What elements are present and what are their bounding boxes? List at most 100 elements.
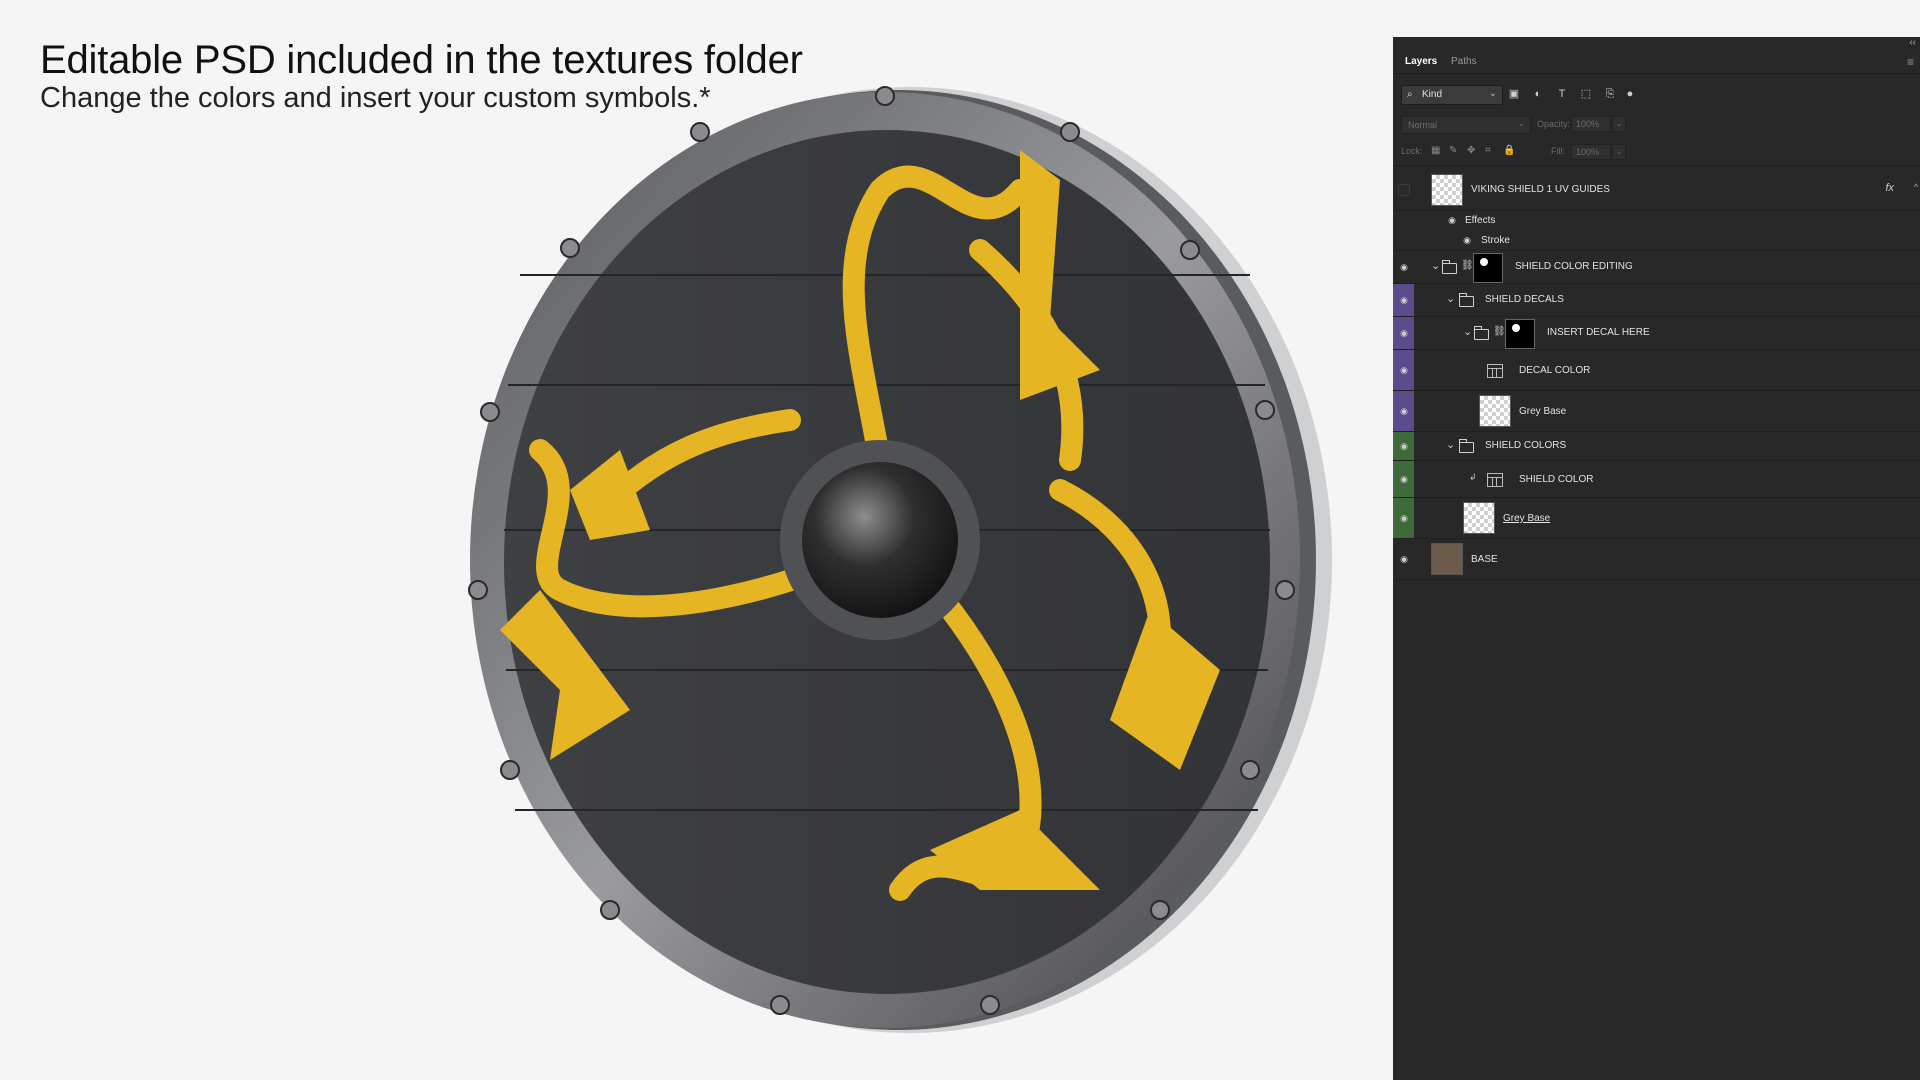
eye-icon[interactable]: ◉ [1398,474,1410,484]
eye-icon[interactable]: ◉ [1398,262,1410,272]
folder-icon [1459,439,1474,453]
link-icon[interactable]: ⛓ [1461,260,1474,271]
kind-filter-label: Kind [1422,89,1443,100]
fill-value: 100% [1576,147,1600,157]
link-icon[interactable]: ⛓ [1493,326,1506,337]
collapse-panel-icon[interactable]: ‹‹ [1909,37,1916,48]
blend-mode-label: Normal [1408,120,1438,130]
shield-render [460,70,1340,1060]
chevron-down-icon: ⌄ [1488,88,1497,99]
chevron-up-icon[interactable]: ^ [1914,182,1918,192]
panel-tabs: Layers Paths ≡ [1393,49,1920,74]
eye-icon[interactable]: ◉ [1398,441,1410,451]
solid-color-adjustment-icon [1487,364,1503,378]
clipping-mask-icon: ↲ [1469,472,1477,482]
effects-row[interactable]: ◉ Effects [1393,210,1920,230]
chevron-down-icon[interactable]: ⌄ [1446,438,1455,451]
fill-dropdown-icon[interactable]: ⌄ [1612,144,1626,160]
layer-name: DECAL COLOR [1519,365,1591,376]
opacity-label: Opacity: [1537,119,1571,129]
image-filter-icon[interactable]: ▣ [1507,87,1521,101]
lock-transparent-icon[interactable]: ▦ [1431,145,1440,156]
eye-icon[interactable]: ◉ [1398,513,1410,523]
layer-name: Stroke [1481,235,1510,246]
lock-all-icon[interactable]: 🔒 [1503,145,1515,156]
visibility-column: ◉ [1393,461,1414,497]
lock-label: Lock: [1401,146,1423,156]
kind-filter-select[interactable]: ⌕ Kind ⌄ [1401,85,1503,105]
layer-name: SHIELD DECALS [1485,294,1564,305]
layer-thumbnail [1463,502,1495,534]
filter-toggle-icon[interactable]: ● [1623,87,1637,101]
layer-row[interactable]: ◉ ↲ SHIELD COLOR [1393,461,1920,498]
layer-row[interactable]: ◉ ⌄ SHIELD COLORS [1393,432,1920,461]
blend-mode-select[interactable]: Normal ⌄ [1401,116,1531,134]
visibility-column: ◉ [1393,391,1414,431]
shield-boss [802,462,958,618]
lock-artboard-icon[interactable]: ⌗ [1485,145,1491,156]
visibility-column: ◉ [1393,350,1414,390]
opacity-dropdown-icon[interactable]: ⌄ [1612,116,1626,132]
chevron-down-icon[interactable]: ⌄ [1463,325,1472,338]
chevron-down-icon[interactable]: ⌄ [1446,292,1455,305]
lock-position-icon[interactable]: ✥ [1467,145,1475,156]
layer-name: Grey Base [1519,406,1567,417]
visibility-column: ◉ [1393,432,1414,460]
tab-paths[interactable]: Paths [1451,56,1477,67]
search-icon: ⌕ [1407,89,1413,100]
layer-row[interactable]: ◉ ⌄ SHIELD DECALS [1393,284,1920,317]
folder-icon [1459,293,1474,307]
eye-icon[interactable]: ◉ [1398,365,1410,375]
folder-icon [1474,326,1489,340]
layer-filter-row: ⌕ Kind ⌄ ▣ ◐ T ⬚ ⎘ ● [1401,85,1911,105]
layer-name: SHIELD COLORS [1485,440,1567,451]
layer-row[interactable]: ◉ Grey Base [1393,498,1920,539]
opacity-value: 100% [1576,119,1600,129]
layer-row[interactable]: ◉ ⌄ ⛓ INSERT DECAL HERE [1393,317,1920,350]
layer-mask-thumbnail[interactable] [1473,253,1503,283]
solid-color-adjustment-icon [1487,473,1503,487]
layers-panel: ‹‹ Layers Paths ≡ ⌕ Kind ⌄ ▣ ◐ T ⬚ ⎘ ● N… [1393,37,1920,1080]
panel-menu-icon[interactable]: ≡ [1907,55,1914,69]
divider [1393,165,1920,166]
layer-thumbnail [1431,174,1463,206]
lock-image-icon[interactable]: ✎ [1449,145,1457,156]
type-filter-icon[interactable]: T [1555,87,1569,101]
layer-row[interactable]: ◉ BASE [1393,539,1920,580]
adjustment-filter-icon[interactable]: ◐ [1531,87,1545,101]
eye-icon[interactable]: ◉ [1398,406,1410,416]
layer-name: VIKING SHIELD 1 UV GUIDES [1471,184,1610,195]
eye-icon[interactable]: ◉ [1398,295,1410,305]
chevron-down-icon[interactable]: ⌄ [1431,259,1440,272]
visibility-column: ◉ [1393,317,1414,349]
layer-mask-thumbnail[interactable] [1505,319,1535,349]
layer-row[interactable]: VIKING SHIELD 1 UV GUIDES fx ^ [1393,170,1920,211]
eye-icon[interactable]: ◉ [1398,554,1410,564]
opacity-field[interactable]: 100% [1571,116,1611,132]
layer-thumbnail [1479,395,1511,427]
eye-icon[interactable]: ◉ [1461,235,1473,245]
visibility-column: ◉ [1393,498,1414,538]
visibility-column: ◉ [1393,539,1414,579]
fill-label: Fill: [1551,146,1565,156]
eye-icon[interactable]: ◉ [1446,215,1458,225]
layer-name: SHIELD COLOR [1519,474,1594,485]
layer-name: Grey Base [1503,513,1551,524]
layer-name: INSERT DECAL HERE [1547,327,1650,338]
effect-stroke-row[interactable]: ◉ Stroke [1393,230,1920,251]
layer-row[interactable]: ◉ ⌄ ⛓ SHIELD COLOR EDITING [1393,251,1920,284]
blend-row: Normal ⌄ Opacity: 100% ⌄ [1401,116,1911,134]
layer-row[interactable]: ◉ Grey Base [1393,391,1920,432]
fx-icon[interactable]: fx [1885,182,1894,194]
fill-field[interactable]: 100% [1571,144,1611,160]
shape-filter-icon[interactable]: ⬚ [1579,87,1593,101]
eye-icon[interactable]: ◉ [1398,328,1410,338]
lock-row: Lock: ▦ ✎ ✥ ⌗ 🔒 Fill: 100% ⌄ [1401,144,1911,160]
layer-row[interactable]: ◉ DECAL COLOR [1393,350,1920,391]
visibility-column: ◉ [1393,284,1414,316]
smart-object-filter-icon[interactable]: ⎘ [1603,87,1617,101]
tab-layers[interactable]: Layers [1405,56,1437,67]
layer-name: BASE [1471,554,1498,565]
layer-name: SHIELD COLOR EDITING [1515,261,1633,272]
visibility-toggle[interactable] [1398,184,1410,196]
